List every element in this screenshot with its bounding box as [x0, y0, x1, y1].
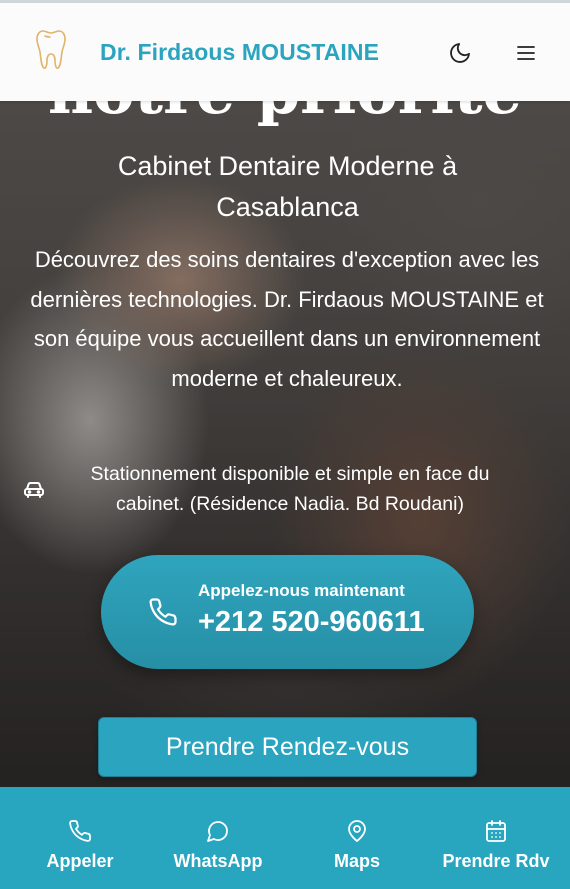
nav-call[interactable]: Appeler — [40, 787, 120, 889]
theme-toggle-button[interactable] — [445, 38, 475, 68]
hero-subtitle: Cabinet Dentaire Moderne à Casablanca — [117, 151, 458, 222]
top-border — [0, 0, 570, 3]
nav-maps[interactable]: Maps — [322, 787, 392, 889]
book-appointment-button[interactable]: Prendre Rendez-vous — [98, 717, 477, 777]
call-label: Appelez-nous maintenant — [198, 581, 405, 600]
menu-button[interactable] — [511, 38, 541, 68]
calendar-icon — [486, 820, 506, 842]
chat-bubble-icon — [207, 821, 228, 842]
nav-appointment-label: Prendre Rdv — [442, 851, 550, 871]
nav-appointment[interactable]: Prendre Rdv — [440, 787, 552, 889]
call-now-button[interactable]: Appelez-nous maintenant +212 520-960611 — [101, 555, 474, 669]
call-number: +212 520-960611 — [198, 606, 425, 638]
phone-icon — [69, 820, 91, 842]
map-pin-icon — [348, 820, 366, 842]
hero-description: Découvrez des soins dentaires d'exceptio… — [30, 247, 544, 391]
nav-call-label: Appeler — [46, 851, 114, 871]
bottom-navigation: Appeler WhatsApp Maps Prendre Rdv — [0, 787, 570, 889]
tooth-logo-icon[interactable] — [34, 27, 68, 73]
menu-icon — [517, 46, 535, 60]
nav-whatsapp[interactable]: WhatsApp — [168, 787, 268, 889]
hero-content: notre priorité Cabinet Dentaire Moderne … — [0, 0, 570, 889]
parking-info: Stationnement disponible et simple en fa… — [90, 463, 490, 515]
nav-whatsapp-label: WhatsApp — [173, 851, 263, 871]
phone-icon — [149, 598, 177, 626]
site-header: Dr. Firdaous MOUSTAINE — [0, 3, 570, 101]
hero-section: notre priorité Cabinet Dentaire Moderne … — [0, 0, 570, 889]
car-icon — [24, 482, 44, 498]
moon-icon — [450, 43, 470, 63]
brand-name[interactable]: Dr. Firdaous MOUSTAINE — [100, 39, 379, 66]
nav-maps-label: Maps — [333, 851, 380, 871]
